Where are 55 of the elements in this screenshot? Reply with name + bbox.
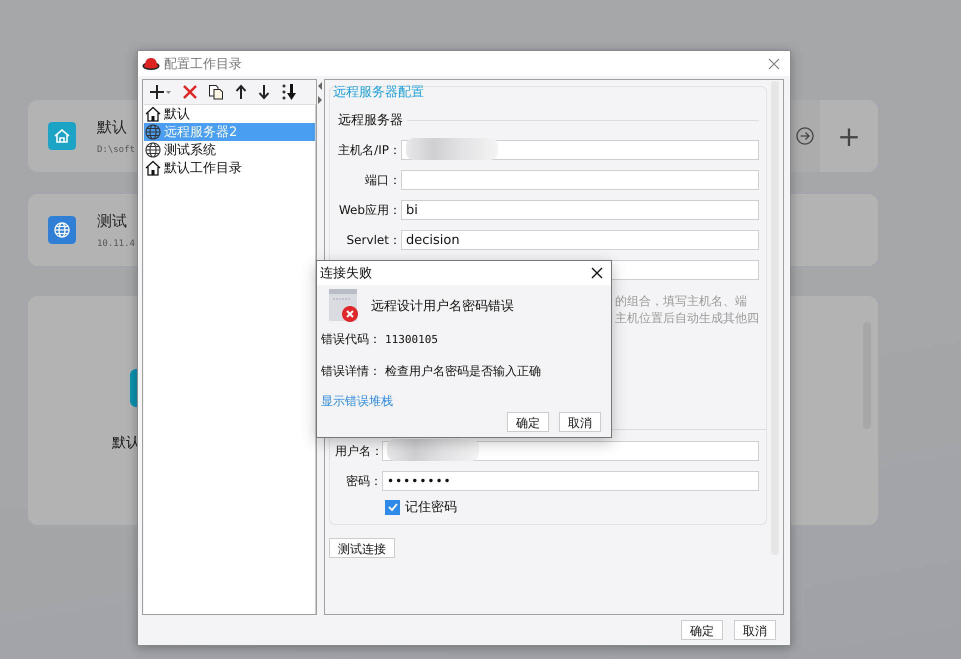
- field-label: Web应用：: [338, 202, 401, 218]
- arrow-circle-icon: [795, 126, 815, 146]
- field-label: 端口：: [364, 172, 401, 188]
- move-bottom-icon[interactable]: [281, 83, 299, 101]
- copy-icon[interactable]: [208, 84, 224, 100]
- field-label: Servlet：: [346, 232, 401, 248]
- add-icon[interactable]: [150, 84, 172, 100]
- error-code: 11300105: [385, 332, 438, 346]
- input-field[interactable]: [401, 170, 759, 190]
- enter-button[interactable]: [790, 100, 820, 172]
- workspace-name: 测试: [97, 212, 127, 230]
- cancel-button[interactable]: 取消: [559, 412, 601, 432]
- hat-icon: [142, 56, 160, 72]
- checkbox[interactable]: [385, 500, 400, 514]
- field-label: 用户名：: [335, 442, 382, 460]
- test-connection-button[interactable]: 测试连接: [329, 538, 395, 558]
- password-field[interactable]: ••••••••: [382, 471, 759, 491]
- ok-button[interactable]: 确定: [681, 620, 723, 640]
- workspace-path: D:\soft: [97, 144, 135, 154]
- cancel-button[interactable]: 取消: [734, 620, 776, 640]
- scrollbar[interactable]: [771, 81, 779, 555]
- tree-item[interactable]: 测试系统: [144, 141, 316, 159]
- input-field[interactable]: [401, 140, 759, 160]
- dialog-title: 配置工作目录: [164, 56, 243, 72]
- dialog-title: 连接失败: [320, 265, 372, 282]
- globe-icon: [145, 124, 161, 140]
- input-field[interactable]: bi: [401, 200, 759, 220]
- error-icon: [329, 289, 359, 323]
- help-text: 的组合，填写主机名、端: [615, 293, 747, 310]
- field-label: 密码：: [345, 472, 382, 490]
- help-text: 主机位置后自动生成其他四: [615, 310, 759, 327]
- ok-button[interactable]: 确定: [507, 412, 549, 432]
- error-code-label: 错误代码：: [321, 330, 381, 348]
- delete-icon[interactable]: [183, 85, 197, 99]
- subsection-title: 远程服务器: [338, 112, 403, 129]
- error-detail: 检查用户名密码是否输入正确: [385, 362, 541, 380]
- field-label: 主机名/IP：: [337, 142, 401, 158]
- globe-icon: [145, 142, 161, 158]
- checkbox-label: 记住密码: [405, 499, 457, 516]
- down-arrow-icon[interactable]: [258, 84, 270, 100]
- splitter-arrows-icon[interactable]: [317, 81, 324, 105]
- up-arrow-icon[interactable]: [235, 84, 247, 100]
- section-title: 远程服务器配置: [333, 84, 425, 101]
- home-icon: [48, 122, 76, 150]
- close-icon[interactable]: [591, 267, 603, 279]
- add-button[interactable]: +: [820, 100, 878, 172]
- tree-item[interactable]: 默认: [144, 105, 316, 123]
- input-field[interactable]: [382, 441, 759, 461]
- workspace-path: 10.11.4: [97, 238, 135, 248]
- error-message: 远程设计用户名密码错误: [371, 298, 514, 315]
- input-field[interactable]: decision: [401, 230, 759, 250]
- tree-item[interactable]: 默认工作目录: [144, 159, 316, 177]
- workspace-name: 默认: [97, 118, 127, 136]
- error-detail-label: 错误详情：: [321, 362, 381, 380]
- globe-icon: [48, 216, 76, 244]
